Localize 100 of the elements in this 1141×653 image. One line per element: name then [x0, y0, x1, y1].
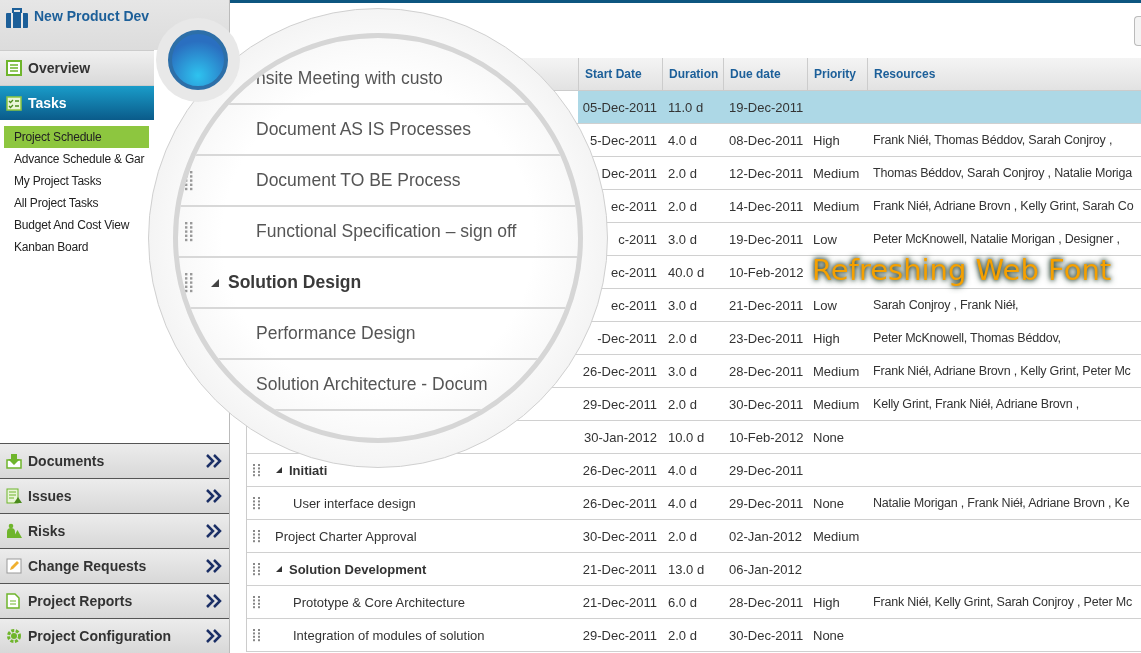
- expand-triangle-icon[interactable]: [275, 466, 283, 474]
- checklist-icon: [6, 95, 22, 111]
- table-cell: 29-Dec-2011: [582, 396, 657, 412]
- table-cell: Low: [813, 297, 837, 313]
- table-cell: Medium: [813, 198, 860, 214]
- project-title: New Product Dev: [34, 8, 150, 24]
- column-header[interactable]: Start Date: [578, 58, 662, 90]
- column-header[interactable]: Due date: [723, 58, 807, 90]
- table-cell: Kelly Grint, Frank Niéł, Adriane Brovn ,: [873, 397, 1079, 411]
- sidebar-item[interactable]: Kanban Board: [4, 236, 149, 258]
- table-cell: Frank Niéł, Adriane Brovn , Kelly Grint, Sarah Co: [873, 199, 1134, 213]
- table-cell: 02-Jan-2012: [729, 528, 802, 544]
- selected-row-highlight[interactable]: 05-Dec-2011 11.0 d 19-Dec-2011: [578, 91, 1141, 123]
- task-name: Document AS IS Processes: [256, 119, 471, 140]
- table-cell: Frank Niéł, Adriane Brovn , Kelly Grint, Peter Mc: [873, 364, 1131, 378]
- table-cell: 29-Dec-2011: [729, 495, 804, 511]
- drag-handle-icon[interactable]: [253, 562, 261, 576]
- table-cell: 10-Feb-2012: [729, 429, 804, 445]
- task-group-name: Initiati: [289, 462, 328, 478]
- sidebar-item[interactable]: Budget And Cost View: [4, 214, 149, 236]
- double-chevron-icon: [205, 453, 223, 469]
- table-cell: 2.0 d: [668, 528, 697, 544]
- table-cell: 06-Jan-2012: [729, 561, 802, 577]
- table-cell: Thomas Béddov, Sarah Conjroy , Natalie Moriga: [873, 166, 1132, 180]
- table-cell: Medium: [813, 165, 860, 181]
- sidebar-section[interactable]: Project Reports: [0, 583, 229, 618]
- table-cell: 30-Jan-2012: [584, 429, 657, 445]
- expand-triangle-icon[interactable]: [275, 565, 283, 573]
- table-cell: 30-Dec-2011: [729, 396, 804, 412]
- column-header[interactable]: Resources: [867, 58, 1141, 90]
- sidebar-item[interactable]: Advance Schedule & Gar: [4, 148, 149, 170]
- sidebar-section[interactable]: Tasks: [0, 85, 154, 120]
- double-chevron-icon: [205, 558, 223, 574]
- task-name: Prototype & Core Architecture: [293, 594, 465, 610]
- sidebar-section[interactable]: Overview: [0, 50, 154, 85]
- person-warning-icon: [6, 523, 22, 539]
- table-cell: c-2011: [618, 231, 657, 247]
- drag-handle-icon[interactable]: [253, 529, 261, 543]
- sidebar-section[interactable]: Risks: [0, 513, 229, 548]
- double-chevron-icon: [205, 593, 223, 609]
- table-cell: 30-Dec-2011: [729, 627, 804, 643]
- table-cell: 23-Dec-2011: [729, 330, 804, 346]
- sidebar-section[interactable]: Documents: [0, 443, 229, 478]
- table-cell: 26-Dec-2011: [582, 363, 657, 379]
- table-cell: 08-Dec-2011: [729, 132, 804, 148]
- drag-handle-icon[interactable]: [253, 463, 261, 477]
- table-cell: ec-2011: [611, 297, 657, 313]
- table-cell: 3.0 d: [668, 231, 697, 247]
- table-cell: 40.0 d: [668, 264, 705, 280]
- table-cell: 2.0 d: [668, 165, 697, 181]
- sidebar-section[interactable]: Change Requests: [0, 548, 229, 583]
- table-cell: High: [813, 594, 840, 610]
- task-name: Solution Architecture - Docum: [256, 374, 488, 395]
- table-cell: 21-Dec-2011: [582, 561, 657, 577]
- table-cell: Dec-2011: [601, 165, 657, 181]
- table-cell: 28-Dec-2011: [729, 363, 804, 379]
- column-header[interactable]: Duration: [662, 58, 723, 90]
- table-cell: 4.0 d: [668, 462, 697, 478]
- table-cell: Frank Niéł, Kelly Grint, Sarah Conjroy , Peter Mc: [873, 595, 1133, 609]
- sidebar-item[interactable]: Project Schedule: [4, 126, 149, 148]
- table-cell: Medium: [813, 528, 860, 544]
- table-cell: ec-2011: [611, 198, 657, 214]
- download-icon: [6, 453, 22, 469]
- table-cell: 28-Dec-2011: [729, 594, 804, 610]
- sidebar-item[interactable]: All Project Tasks: [4, 192, 149, 214]
- table-cell: None: [813, 495, 845, 511]
- table-cell: 2.0 d: [668, 198, 697, 214]
- table-cell: 21-Dec-2011: [729, 297, 804, 313]
- task-name: Performance Design: [256, 323, 416, 344]
- sidebar-section[interactable]: Issues: [0, 478, 229, 513]
- drag-handle-icon[interactable]: [253, 595, 261, 609]
- column-header[interactable]: Priority: [807, 58, 867, 90]
- table-cell: 3.0 d: [668, 363, 697, 379]
- table-cell: 4.0 d: [668, 132, 697, 148]
- table-cell: ec-2011: [611, 264, 657, 280]
- double-chevron-icon: [205, 488, 223, 504]
- table-cell: Frank Niéł, Thomas Béddov, Sarah Conjroy ,: [873, 133, 1113, 147]
- table-cell: Peter McKnowell, Natalie Morigan , Designer ,: [873, 232, 1120, 246]
- table-cell: Natalie Morigan , Frank Niéł, Adriane Brovn , Ke: [873, 496, 1130, 510]
- table-cell: 2.0 d: [668, 396, 697, 412]
- table-cell: 3.0 d: [668, 297, 697, 313]
- edit-note-icon: [6, 558, 22, 574]
- task-group-name: Solution Design: [228, 272, 362, 293]
- table-cell: 2.0 d: [668, 627, 697, 643]
- table-cell: -Dec-2011: [597, 330, 657, 346]
- toolbar-button[interactable]: [1134, 15, 1141, 46]
- task-name: Project Charter Approval: [275, 528, 417, 544]
- double-chevron-icon: [205, 628, 223, 644]
- table-cell: Low: [813, 231, 837, 247]
- table-cell: 4.0 d: [668, 495, 697, 511]
- drag-handle-icon: [185, 171, 193, 191]
- table-cell: 21-Dec-2011: [582, 594, 657, 610]
- drag-handle-icon[interactable]: [253, 496, 261, 510]
- table-cell: None: [813, 627, 845, 643]
- sidebar-item[interactable]: My Project Tasks: [4, 170, 149, 192]
- drag-handle-icon[interactable]: [253, 628, 261, 642]
- table-cell: Sarah Conjroy , Frank Niéł,: [873, 298, 1019, 312]
- table-cell: 14-Dec-2011: [729, 198, 804, 214]
- table-cell: 2.0 d: [668, 330, 697, 346]
- sidebar-section[interactable]: Project Configuration: [0, 618, 229, 653]
